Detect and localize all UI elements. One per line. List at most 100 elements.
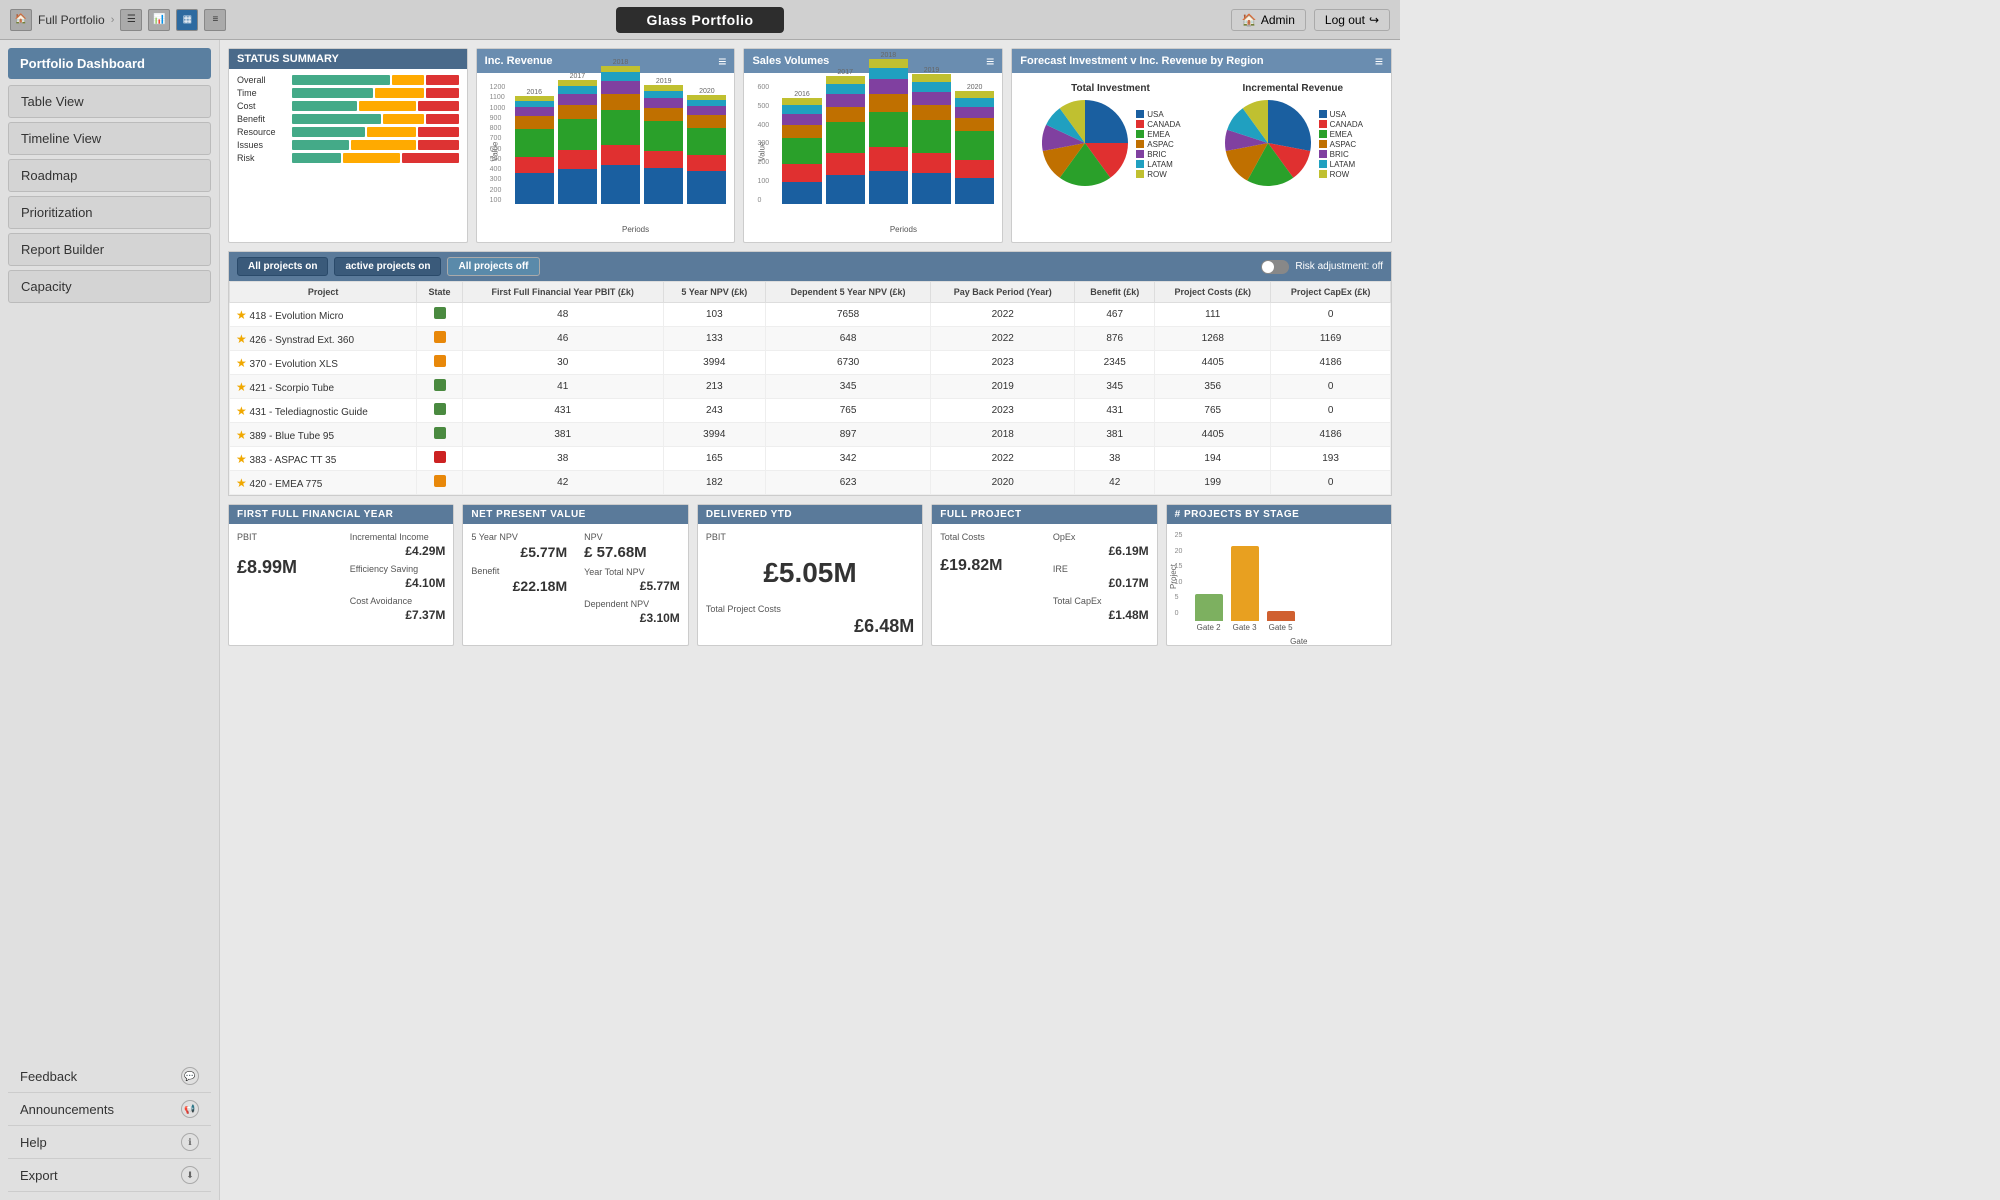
pbit-label: PBIT — [237, 532, 333, 542]
cost-cell: 199 — [1155, 471, 1271, 495]
benefit-cell: 38 — [1075, 447, 1155, 471]
red-bar — [426, 88, 459, 98]
bar-segment — [869, 171, 908, 204]
legend-color — [1319, 170, 1327, 178]
bar-group: 2020 — [687, 86, 726, 204]
sidebar-item-prioritization[interactable]: Prioritization — [8, 196, 211, 229]
project-name-cell: ★ 418 - Evolution Micro — [230, 303, 417, 327]
table-row[interactable]: ★ 370 - Evolution XLS 30 3994 6730 2023 … — [230, 351, 1391, 375]
delivered-pbit-value: £5.05M — [706, 557, 914, 589]
bar-segment — [826, 175, 865, 204]
status-summary-title: STATUS SUMMARY — [229, 49, 467, 69]
dep-npv-cell: 623 — [765, 471, 931, 495]
bar-segment — [782, 105, 821, 114]
portfolio-name: Full Portfolio — [38, 13, 105, 27]
table-row[interactable]: ★ 420 - EMEA 775 42 182 623 2020 42 199 … — [230, 471, 1391, 495]
active-projects-on-btn[interactable]: active projects on — [334, 257, 441, 276]
benefit-cell: 42 — [1075, 471, 1155, 495]
legend-color — [1136, 140, 1144, 148]
table-row[interactable]: ★ 383 - ASPAC TT 35 38 165 342 2022 38 1… — [230, 447, 1391, 471]
cost-cell: 194 — [1155, 447, 1271, 471]
forecast-menu[interactable]: ≡ — [1375, 53, 1383, 69]
bar-segment — [955, 160, 994, 178]
delivered-pbit-label: PBIT — [706, 532, 914, 542]
col-benefit: Benefit (£k) — [1075, 282, 1155, 303]
inc-income-label: Incremental Income — [350, 532, 446, 542]
bar-segment — [869, 59, 908, 68]
cost-cell: 1268 — [1155, 327, 1271, 351]
status-label: Cost — [237, 101, 292, 111]
bar-segment — [782, 125, 821, 138]
bar-segment — [687, 106, 726, 115]
legend-color — [1136, 120, 1144, 128]
sidebar-item-timeline-view[interactable]: Timeline View — [8, 122, 211, 155]
npv5-cell: 3994 — [663, 423, 765, 447]
table-view-icon[interactable]: ☰ — [120, 9, 142, 31]
sidebar-help[interactable]: Help ℹ — [8, 1126, 211, 1159]
bar-group: 2019 — [912, 65, 951, 204]
inc-revenue-menu[interactable]: ≡ — [718, 53, 726, 69]
bar-segment — [687, 128, 726, 155]
npv-label: NPV — [584, 532, 680, 542]
status-bar-row: Issues — [237, 140, 459, 150]
all-projects-off-btn[interactable]: All projects off — [447, 257, 539, 276]
bar-segment — [955, 118, 994, 131]
cost-cell: 765 — [1155, 399, 1271, 423]
legend-row: ASPAC — [1136, 140, 1180, 149]
status-bar-row: Overall — [237, 75, 459, 85]
bar-segment — [826, 84, 865, 94]
bar-segment — [955, 107, 994, 118]
list-icon[interactable]: ≡ — [204, 9, 226, 31]
sidebar-export[interactable]: Export ⬇ — [8, 1159, 211, 1192]
sidebar-item-report-builder[interactable]: Report Builder — [8, 233, 211, 266]
legend-row: CANADA — [1136, 120, 1180, 129]
dep-npv-cell: 345 — [765, 375, 931, 399]
cost-avoid-label: Cost Avoidance — [350, 596, 446, 606]
project-table-scroll[interactable]: Project State First Full Financial Year … — [229, 281, 1391, 495]
ir-pie — [1223, 98, 1313, 191]
sidebar-item-roadmap[interactable]: Roadmap — [8, 159, 211, 192]
bar-segment — [515, 116, 554, 129]
bar-segment — [558, 169, 597, 204]
legend-color — [1136, 150, 1144, 158]
table-row[interactable]: ★ 421 - Scorpio Tube 41 213 345 2019 345… — [230, 375, 1391, 399]
table-row[interactable]: ★ 431 - Telediagnostic Guide 431 243 765… — [230, 399, 1391, 423]
table-row[interactable]: ★ 426 - Synstrad Ext. 360 46 133 648 202… — [230, 327, 1391, 351]
npv-body: 5 Year NPV £5.77M Benefit £22.18M NPV £ … — [463, 524, 687, 633]
home-icon[interactable]: 🏠 — [10, 9, 32, 31]
npv5-cell: 182 — [663, 471, 765, 495]
sidebar-item-table-view[interactable]: Table View — [8, 85, 211, 118]
green-bar — [292, 88, 373, 98]
table-row[interactable]: ★ 418 - Evolution Micro 48 103 7658 2022… — [230, 303, 1391, 327]
risk-toggle-switch[interactable] — [1261, 260, 1289, 274]
admin-button[interactable]: 🏠 Admin — [1231, 9, 1306, 31]
sidebar-feedback[interactable]: Feedback 💬 — [8, 1060, 211, 1093]
bar-segment — [687, 115, 726, 128]
red-bar — [426, 114, 459, 124]
all-projects-on-btn[interactable]: All projects on — [237, 257, 328, 276]
projects-by-stage-title: # PROJECTS BY STAGE — [1167, 505, 1391, 524]
eff-saving-label: Efficiency Saving — [350, 564, 446, 574]
capex-cell: 0 — [1271, 375, 1391, 399]
bar-chart-icon[interactable]: 📊 — [148, 9, 170, 31]
table-row[interactable]: ★ 389 - Blue Tube 95 381 3994 897 2018 3… — [230, 423, 1391, 447]
npv5-cell: 133 — [663, 327, 765, 351]
project-table-body: ★ 418 - Evolution Micro 48 103 7658 2022… — [230, 303, 1391, 495]
green-bar — [292, 101, 357, 111]
star-icon: ★ — [236, 356, 247, 370]
dep-npv-cell: 342 — [765, 447, 931, 471]
state-box — [434, 451, 446, 463]
top-bar: 🏠 Full Portfolio › ☰ 📊 ▦ ≡ Glass Portfol… — [0, 0, 1400, 40]
sales-volumes-menu[interactable]: ≡ — [986, 53, 994, 69]
full-project-row: Total Costs £19.82M OpEx £6.19M IRE £0.1… — [940, 532, 1148, 622]
npv-right-col: NPV £ 57.68M Year Total NPV £5.77M Depen… — [584, 532, 680, 625]
sidebar-item-capacity[interactable]: Capacity — [8, 270, 211, 303]
stats-row: FIRST FULL FINANCIAL YEAR PBIT £8.99M In… — [228, 504, 1392, 646]
logout-button[interactable]: Log out ↪ — [1314, 9, 1390, 31]
bar-segment — [515, 173, 554, 204]
yellow-bar — [359, 101, 416, 111]
dep-npv-label: Dependent NPV — [584, 599, 680, 609]
dashboard-icon[interactable]: ▦ — [176, 9, 198, 31]
sidebar-announcements[interactable]: Announcements 📢 — [8, 1093, 211, 1126]
status-bar-row: Time — [237, 88, 459, 98]
